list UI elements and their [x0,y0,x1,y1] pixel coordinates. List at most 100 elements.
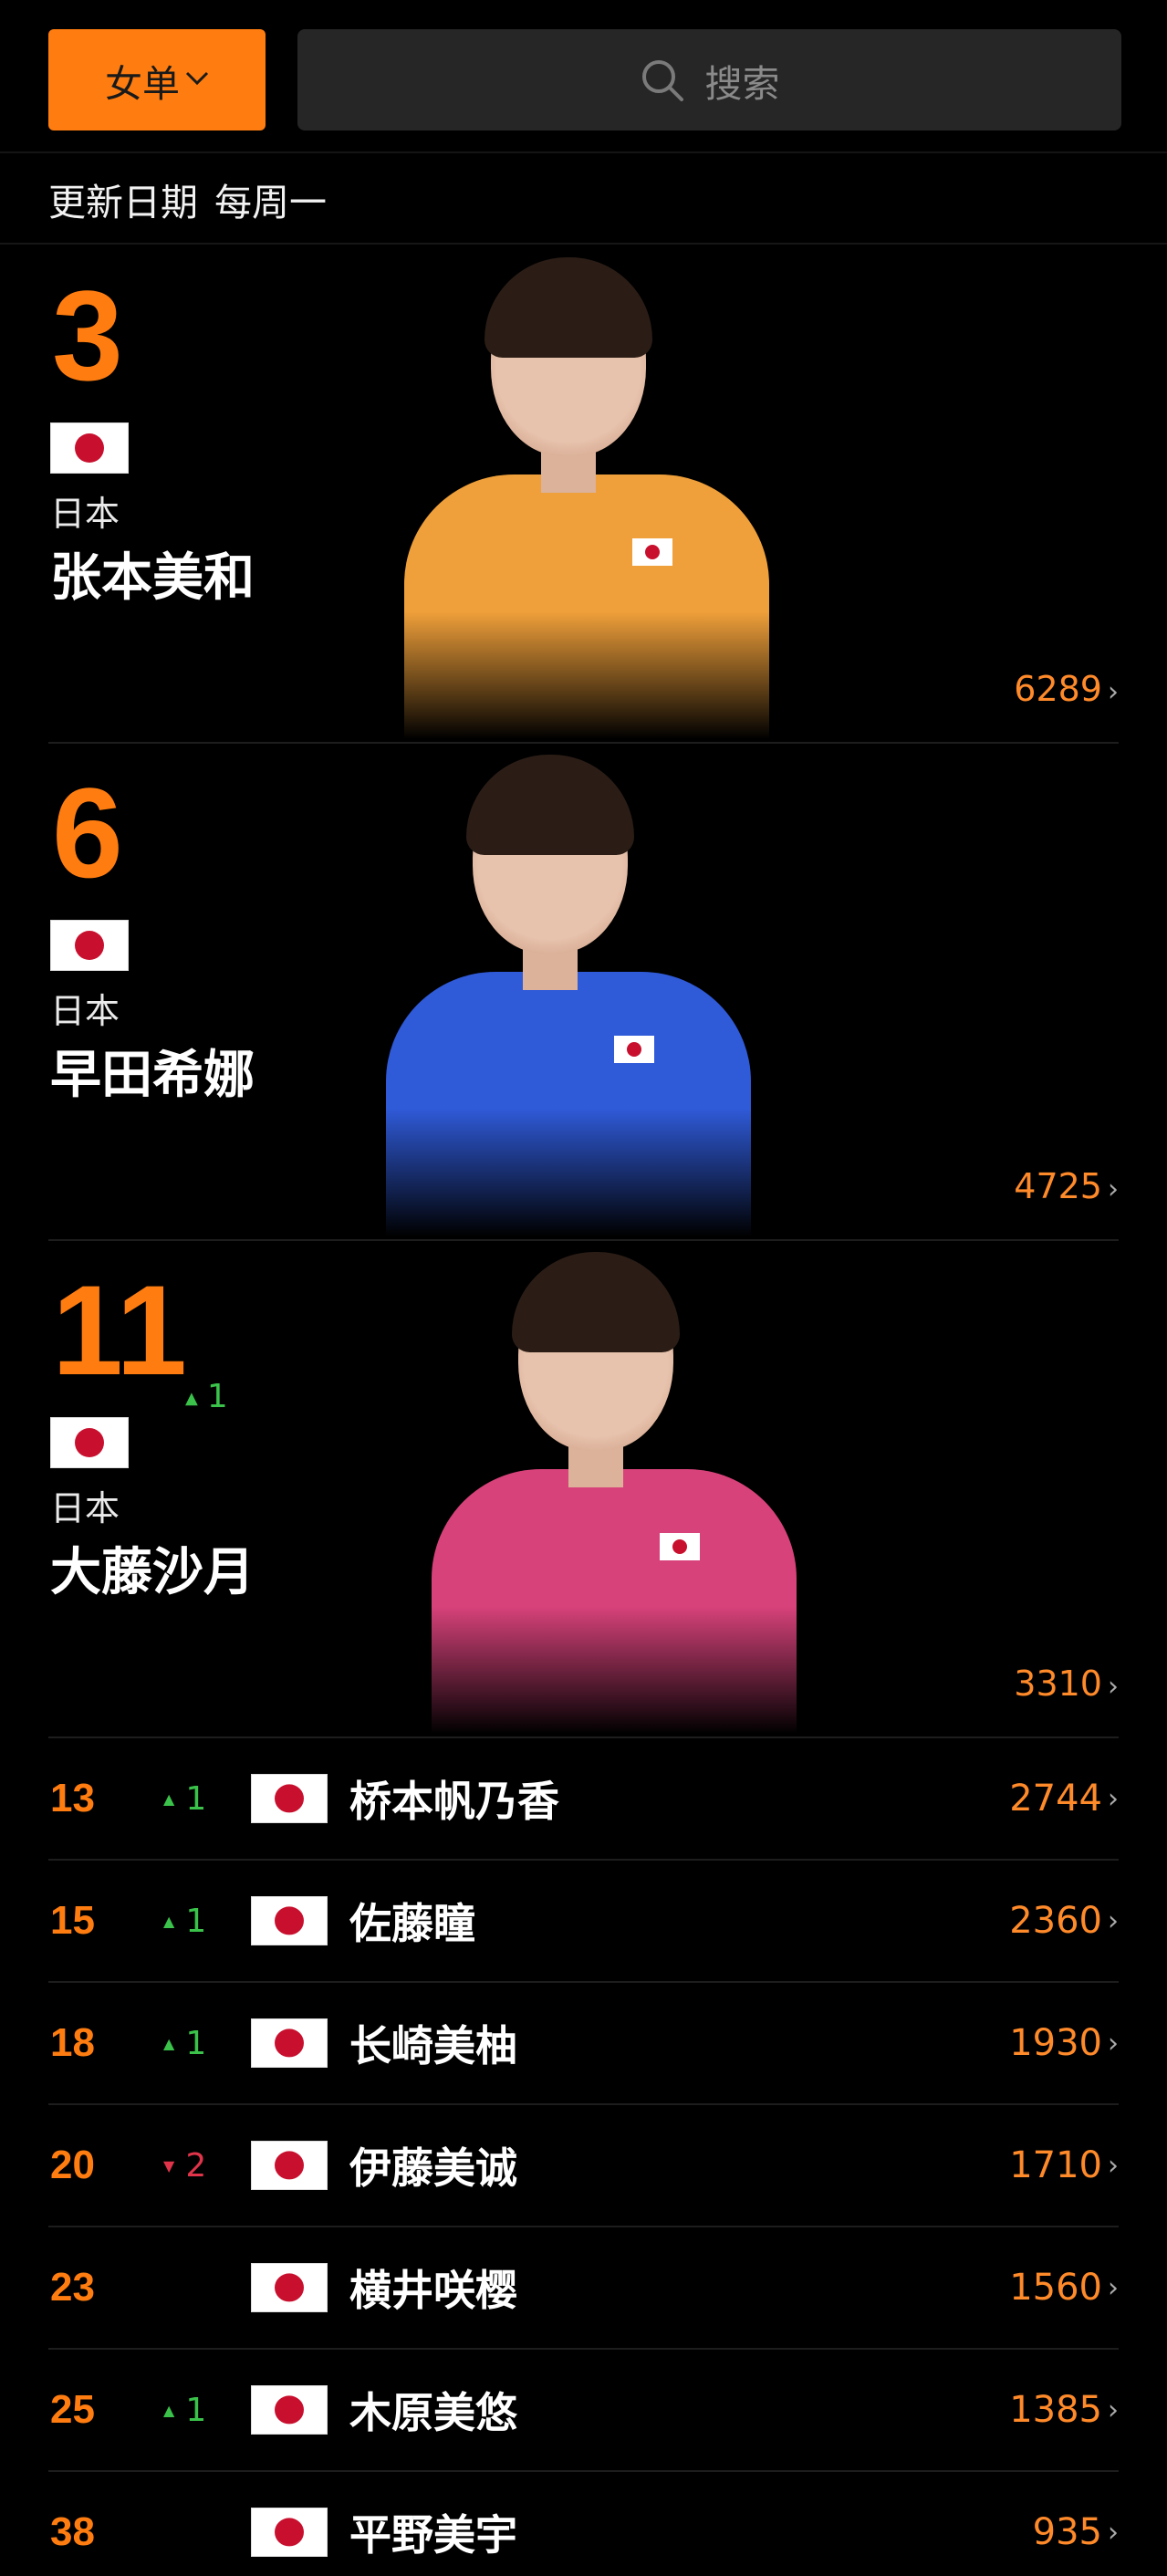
player-photo [386,755,787,1236]
points-link[interactable]: 1710 › [1009,2105,1119,2226]
points-value: 1710 [1009,2144,1102,2186]
points-link[interactable]: 2744 › [1009,1738,1119,1859]
points-link[interactable]: 4725 › [1014,1166,1119,1206]
rank-number: 25 [50,2387,95,2432]
ranking-row[interactable]: 13 ▲ 1 桥本帆乃香 2744 › [48,1738,1119,1861]
player-name: 早田希娜 [50,1046,255,1105]
points-value: 2744 [1009,1778,1102,1820]
country-name: 日本 [50,494,120,534]
rank-change: ▲ 1 [163,2350,206,2470]
player-name: 大藤沙月 [50,1543,255,1602]
points-link[interactable]: 1930 › [1009,1983,1119,2103]
points-link[interactable]: 1560 › [1009,2227,1119,2348]
featured-player-card[interactable]: 3 日本张本美和 6289 › [48,246,1119,744]
points-value: 6289 [1014,669,1102,709]
points-value: 2360 [1009,1900,1102,1942]
rank-number: 18 [50,2020,95,2065]
points-link[interactable]: 6289 › [1014,669,1119,709]
photo-fade [404,611,806,739]
country-name: 日本 [50,1488,120,1528]
rank-number: 3 [52,264,123,407]
player-name: 张本美和 [50,548,255,608]
ranking-row[interactable]: 23 横井咲樱 1560 › [48,2227,1119,2350]
ranking-row[interactable]: 25 ▲ 1 木原美悠 1385 › [48,2350,1119,2472]
category-filter-label: 女单 [105,61,180,106]
down-arrow-icon: ▼ [163,2156,175,2174]
japan-flag-icon [251,2508,328,2557]
featured-player-card[interactable]: 11 ▲ 1 日本 大藤沙月 3310 › [48,1241,1119,1738]
rank-change: ▲ 1 [185,1378,228,1415]
player-name: 伊藤美诚 [349,2143,517,2193]
japan-flag-icon [251,2141,328,2190]
jersey-flag-icon [614,1036,654,1063]
chevron-right-icon: › [1108,1671,1119,1703]
chevron-right-icon: › [1108,1904,1119,1937]
chevron-down-icon [185,65,209,92]
rank-change: ▲ 1 [163,1738,206,1859]
hair [485,257,652,358]
rank-change-value: 2 [185,2146,207,2185]
player-name: 长崎美柚 [349,2021,517,2070]
rank-change-value: 1 [185,1779,207,1818]
rank-change-value: 1 [185,1902,207,1940]
country-name: 日本 [50,991,120,1031]
japan-flag-icon [50,920,129,971]
points-value: 1385 [1009,2389,1102,2431]
rank-number: 11 [52,1258,187,1402]
ranking-row[interactable]: 20 ▼ 2 伊藤美诚 1710 › [48,2105,1119,2227]
up-arrow-icon: ▲ [185,1388,198,1408]
rank-change: ▲ 1 [163,1983,206,2103]
japan-flag-icon [251,1774,328,1823]
rank-change: ▲ 1 [163,1861,206,1981]
points-value: 1560 [1009,2267,1102,2309]
rank-number: 6 [52,761,123,904]
chevron-right-icon: › [1108,2393,1119,2426]
chevron-right-icon: › [1108,1782,1119,1815]
up-arrow-icon: ▲ [163,2401,175,2419]
rank-number: 13 [50,1776,95,1820]
top-bar: 女单 搜索 [0,0,1167,153]
update-info: 更新日期 每周一 [0,155,1167,245]
up-arrow-icon: ▲ [163,1789,175,1808]
ranking-row[interactable]: 15 ▲ 1 佐藤瞳 2360 › [48,1861,1119,1983]
points-link[interactable]: 1385 › [1009,2350,1119,2470]
up-arrow-icon: ▲ [163,1912,175,1930]
japan-flag-icon [251,1896,328,1945]
hair [466,755,634,855]
rank-number: 20 [50,2143,95,2187]
player-name: 佐藤瞳 [349,1899,475,1948]
japan-flag-icon [50,422,129,474]
search-input[interactable]: 搜索 [297,29,1121,130]
japan-flag-icon [50,1417,129,1468]
points-value: 4725 [1014,1166,1102,1206]
player-name: 桥本帆乃香 [349,1777,559,1826]
chevron-right-icon: › [1108,2149,1119,2182]
rank-change-value: 1 [206,1378,228,1415]
rank-change-value: 1 [185,2391,207,2429]
player-name: 平野美宇 [349,2510,517,2560]
photo-fade [432,1606,833,1734]
up-arrow-icon: ▲ [163,2034,175,2052]
featured-player-card[interactable]: 6 日本早田希娜 4725 › [48,744,1119,1241]
rank-number: 38 [50,2509,95,2554]
chevron-right-icon: › [1108,2516,1119,2549]
player-name: 木原美悠 [349,2388,517,2437]
search-icon [641,59,683,101]
rank-change-value: 1 [185,2024,207,2062]
rank-change: ▼ 2 [163,2105,206,2226]
category-filter-button[interactable]: 女单 [48,29,266,130]
ranking-page: 女单 搜索 更新日期 每周一 3 日本 张本美和 6289 › 6 日本 早田希娜 4725 › 1… [0,0,1167,2576]
chevron-right-icon: › [1108,2027,1119,2060]
hair [512,1252,680,1352]
rank-number: 15 [50,1898,95,1943]
points-link[interactable]: 3310 › [1014,1663,1119,1704]
jersey-flag-icon [660,1533,700,1560]
points-link[interactable]: 2360 › [1009,1861,1119,1981]
points-link[interactable]: 935 › [1033,2472,1119,2576]
player-photo [404,257,806,739]
points-value: 1930 [1009,2022,1102,2064]
ranking-row[interactable]: 18 ▲ 1 长崎美柚 1930 › [48,1983,1119,2105]
ranking-row[interactable]: 38 平野美宇 935 › [48,2472,1119,2576]
photo-fade [386,1109,787,1236]
player-name: 横井咲樱 [349,2266,517,2315]
